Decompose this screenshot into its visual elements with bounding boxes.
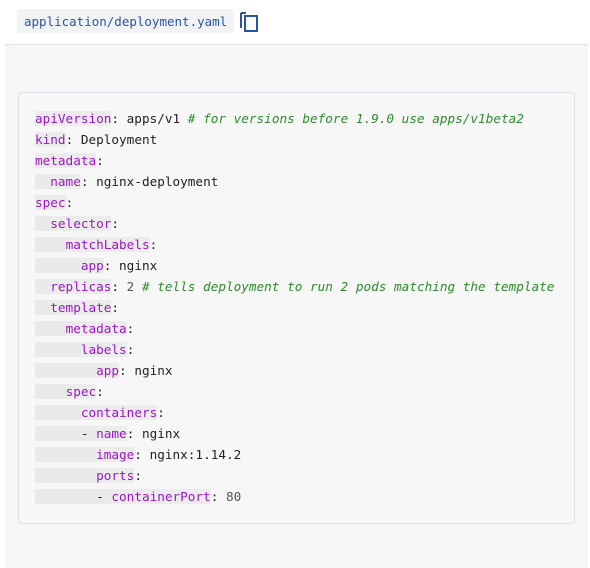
- indent-guide: [35, 363, 97, 378]
- code-line: matchLabels:: [35, 234, 554, 255]
- code-line: ports:: [35, 465, 554, 486]
- colon: :: [157, 405, 165, 420]
- colon: :: [111, 111, 120, 126]
- code-line: containers:: [35, 402, 554, 423]
- indent-guide: [35, 279, 51, 294]
- indent-guide: [35, 258, 81, 273]
- yaml-code: apiVersion: apps/v1 # for versions befor…: [35, 108, 554, 507]
- colon: :: [111, 216, 120, 231]
- yaml-key: labels: [80, 342, 127, 357]
- indent-guide: [35, 174, 51, 189]
- yaml-key: ports: [96, 468, 135, 483]
- yaml-key: selector: [50, 216, 112, 231]
- indent-guide: [35, 447, 97, 462]
- code-line: kind: Deployment: [35, 129, 554, 150]
- colon: :: [126, 426, 135, 441]
- yaml-key: name: [96, 426, 127, 441]
- yaml-key: name: [50, 174, 81, 189]
- yaml-key: template: [50, 300, 112, 315]
- indent-guide: [35, 384, 66, 399]
- colon: :: [96, 384, 104, 399]
- colon: :: [80, 174, 89, 189]
- yaml-key: apiVersion: [35, 111, 112, 126]
- yaml-value: nginx:1.14.2: [149, 447, 242, 462]
- yaml-key: app: [96, 363, 120, 378]
- code-line: name: nginx-deployment: [35, 171, 554, 192]
- colon: :: [111, 300, 120, 315]
- colon: :: [119, 363, 127, 378]
- colon: :: [103, 258, 112, 273]
- yaml-value: nginx: [141, 426, 181, 441]
- code-line: - name: nginx: [35, 423, 554, 444]
- code-line: metadata:: [35, 318, 554, 339]
- colon: :: [134, 468, 142, 483]
- code-line: apiVersion: apps/v1 # for versions befor…: [35, 108, 554, 129]
- yaml-value: 80: [225, 489, 242, 504]
- yaml-key: spec: [65, 384, 97, 399]
- file-path-label[interactable]: application/deployment.yaml: [17, 9, 235, 33]
- yaml-comment: # for versions before 1.9.0 use apps/v1b…: [187, 111, 524, 126]
- copy-icon[interactable]: [239, 9, 261, 33]
- yaml-value: Deployment: [80, 132, 158, 147]
- code-block: apiVersion: apps/v1 # for versions befor…: [18, 92, 575, 524]
- code-line: - containerPort: 80: [35, 486, 554, 507]
- code-line: template:: [35, 297, 554, 318]
- yaml-value: nginx: [134, 363, 173, 378]
- colon: :: [111, 279, 120, 294]
- yaml-key: matchLabels: [65, 237, 150, 252]
- code-line: app: nginx: [35, 360, 554, 381]
- colon: :: [65, 132, 74, 147]
- indent-guide: [35, 405, 81, 420]
- yaml-value: apps/v1: [126, 111, 181, 126]
- code-line: spec:: [35, 381, 554, 402]
- yaml-value: nginx-deployment: [96, 174, 219, 189]
- list-dash: -: [80, 426, 97, 441]
- code-line: labels:: [35, 339, 554, 360]
- indent-guide: [35, 489, 97, 504]
- yaml-key: replicas: [50, 279, 112, 294]
- yaml-key: metadata: [35, 153, 97, 168]
- code-line: image: nginx:1.14.2: [35, 444, 554, 465]
- colon: :: [65, 195, 74, 210]
- code-panel: apiVersion: apps/v1 # for versions befor…: [5, 44, 588, 568]
- yaml-key: containerPort: [111, 489, 211, 504]
- indent-guide: [35, 321, 66, 336]
- indent-guide: [35, 300, 51, 315]
- code-line: metadata:: [35, 150, 554, 171]
- code-line: replicas: 2 # tells deployment to run 2 …: [35, 276, 554, 297]
- yaml-value: nginx: [119, 258, 158, 273]
- list-dash: -: [96, 489, 112, 504]
- yaml-key: app: [80, 258, 104, 273]
- code-line: spec:: [35, 192, 554, 213]
- indent-guide: [35, 468, 97, 483]
- yaml-key: image: [96, 447, 135, 462]
- colon: :: [149, 237, 158, 252]
- code-line: selector:: [35, 213, 554, 234]
- code-line: app: nginx: [35, 255, 554, 276]
- indent-guide: [35, 216, 51, 231]
- yaml-key: metadata: [65, 321, 127, 336]
- file-header: application/deployment.yaml: [17, 8, 261, 34]
- colon: :: [126, 321, 135, 336]
- yaml-value: 2: [126, 279, 135, 294]
- indent-guide: [35, 237, 66, 252]
- indent-guide: [35, 342, 81, 357]
- indent-guide: [35, 426, 81, 441]
- yaml-key: containers: [80, 405, 158, 420]
- colon: :: [134, 447, 142, 462]
- colon: :: [210, 489, 219, 504]
- yaml-key: spec: [35, 195, 66, 210]
- yaml-comment: # tells deployment to run 2 pods matchin…: [141, 279, 555, 294]
- yaml-key: kind: [35, 132, 66, 147]
- colon: :: [96, 153, 104, 168]
- colon: :: [126, 342, 135, 357]
